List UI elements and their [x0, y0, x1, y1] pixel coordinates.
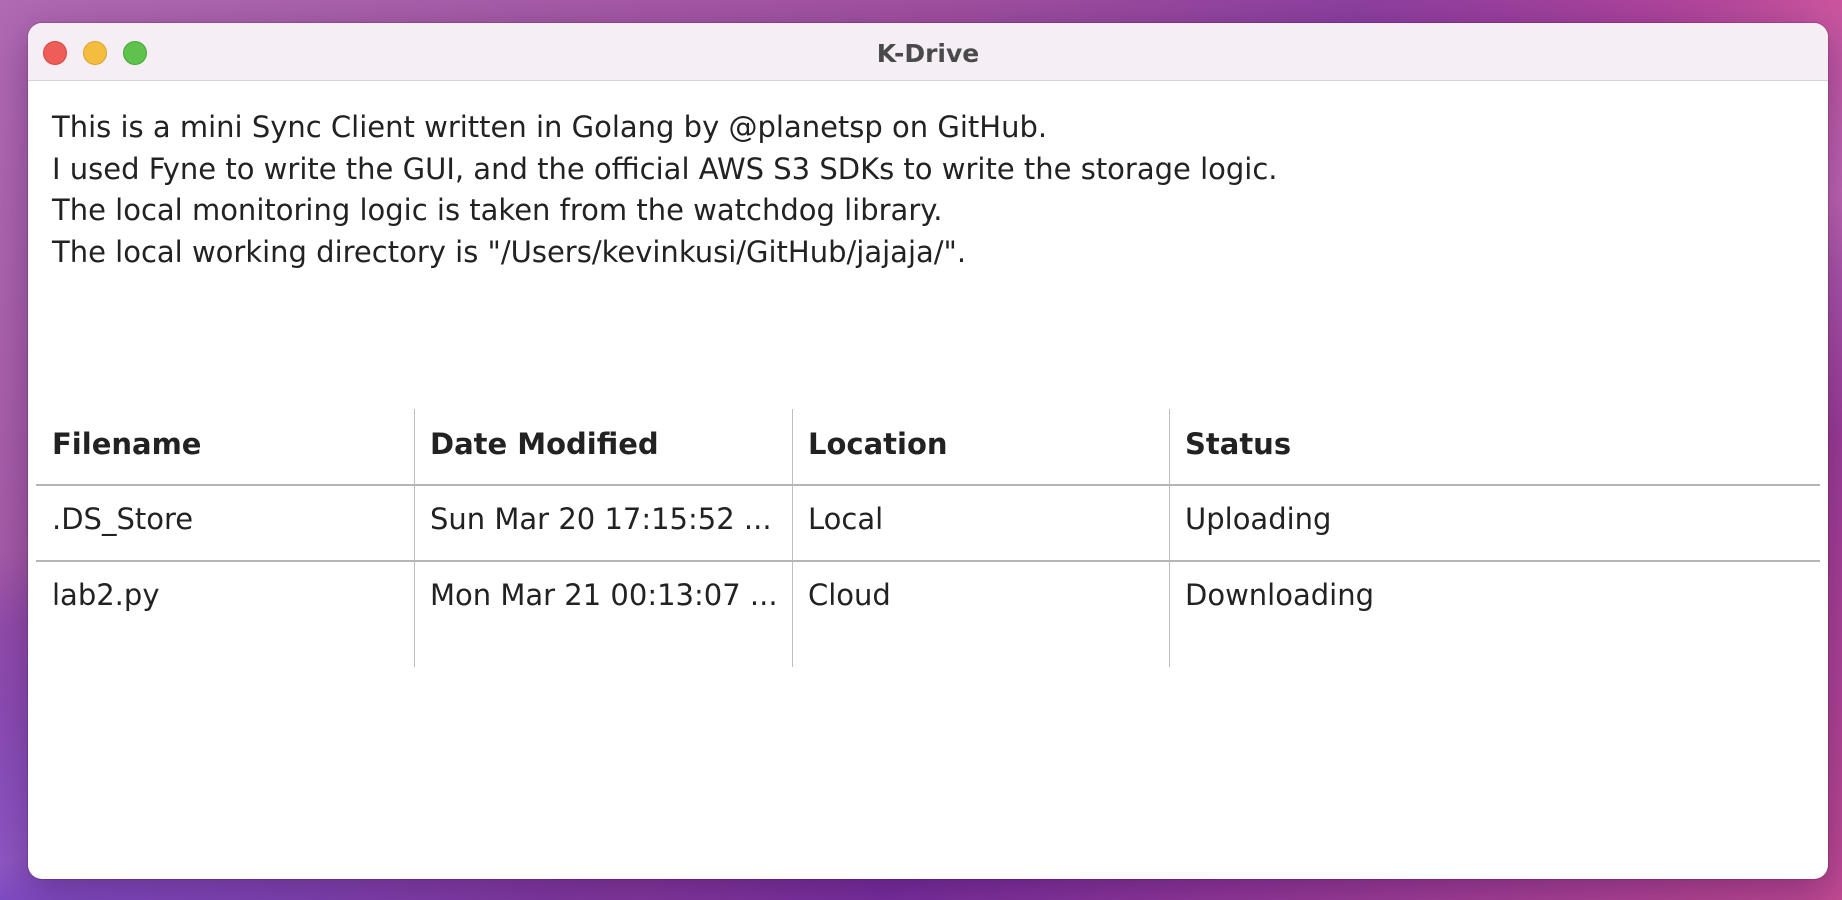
intro-text: This is a mini Sync Client written in Go…: [52, 107, 1278, 273]
app-window: K-Drive This is a mini Sync Client writt…: [28, 23, 1828, 879]
row-divider: [36, 484, 1820, 486]
column-divider[interactable]: [792, 409, 793, 667]
table-cell-filename[interactable]: lab2.py: [52, 578, 159, 612]
column-header-status[interactable]: Status: [1185, 427, 1291, 461]
table-cell-location[interactable]: Local: [808, 502, 883, 536]
table-cell-filename[interactable]: .DS_Store: [52, 502, 193, 536]
title-bar[interactable]: K-Drive: [28, 23, 1828, 81]
table-cell-date-modified[interactable]: Sun Mar 20 17:15:52 ...: [430, 502, 772, 536]
table-cell-status[interactable]: Downloading: [1185, 578, 1374, 612]
table-cell-status[interactable]: Uploading: [1185, 502, 1331, 536]
window-title: K-Drive: [876, 39, 980, 68]
intro-line: I used Fyne to write the GUI, and the of…: [52, 151, 1278, 186]
table-cell-location[interactable]: Cloud: [808, 578, 891, 612]
intro-line: The local monitoring logic is taken from…: [52, 193, 943, 227]
column-header-date-modified[interactable]: Date Modified: [430, 427, 659, 461]
intro-line: This is a mini Sync Client written in Go…: [52, 110, 1048, 144]
file-table: Filename Date Modified Location Status .…: [36, 409, 1820, 667]
intro-line: The local working directory is "/Users/k…: [52, 234, 967, 269]
column-header-location[interactable]: Location: [808, 427, 948, 461]
column-header-filename[interactable]: Filename: [52, 427, 201, 461]
column-divider[interactable]: [1169, 409, 1170, 667]
column-divider[interactable]: [414, 409, 415, 667]
table-cell-date-modified[interactable]: Mon Mar 21 00:13:07 ...: [430, 578, 778, 612]
row-divider: [36, 560, 1820, 562]
